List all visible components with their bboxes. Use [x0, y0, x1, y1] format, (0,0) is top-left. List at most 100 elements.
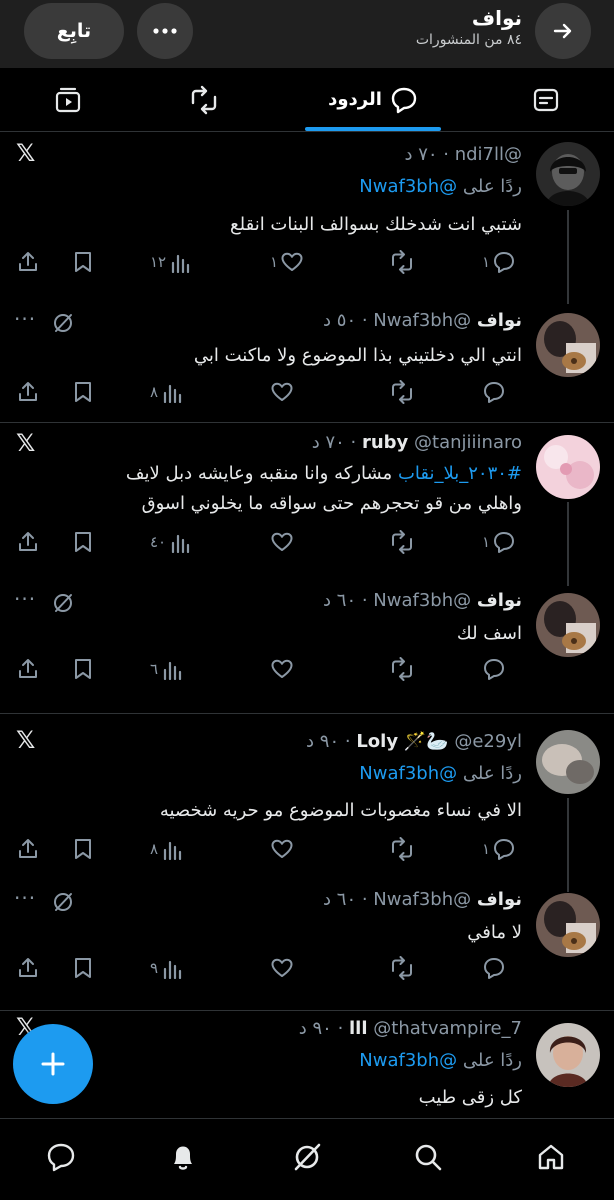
user-name[interactable]: نواف [477, 889, 522, 910]
share-button[interactable] [16, 248, 40, 276]
views-button[interactable]: ٤٠ [150, 528, 192, 556]
follow-button[interactable]: تابِع [24, 3, 124, 59]
like-button[interactable] [270, 528, 294, 556]
user-handle[interactable]: @e29yl [454, 731, 522, 752]
views-button[interactable]: ١٢ [150, 248, 192, 276]
nav-grok[interactable] [285, 1135, 329, 1179]
like-button[interactable] [270, 378, 294, 406]
bookmark-button[interactable] [72, 954, 94, 982]
user-name[interactable]: نواف [477, 310, 522, 331]
menu-dots-icon[interactable]: ··· [14, 886, 36, 910]
bookmark-button[interactable] [72, 835, 94, 863]
share-button[interactable] [16, 954, 40, 982]
nav-notifications[interactable] [161, 1135, 205, 1179]
user-handle[interactable]: @thatvampire_7 [373, 1018, 522, 1039]
share-button[interactable] [16, 835, 40, 863]
compose-button[interactable] [13, 1024, 93, 1104]
tab-articles[interactable] [518, 68, 574, 131]
reply-post[interactable]: نواف @Nwaf3bh · ٦٠ د ··· اسف لك ٦ [0, 573, 614, 714]
reply-button[interactable]: ١ [482, 528, 516, 556]
tab-replies[interactable]: الردود [305, 68, 441, 131]
reply-button[interactable] [482, 954, 506, 982]
bookmark-button[interactable] [72, 655, 94, 683]
reply-button[interactable]: ١ [482, 248, 516, 276]
avatar[interactable] [536, 313, 600, 377]
user-handle[interactable]: @Nwaf3bh [373, 310, 471, 331]
more-options-button[interactable] [137, 3, 193, 59]
mention-link[interactable]: @Nwaf3bh [359, 176, 457, 197]
reply-post[interactable]: 𝕏 @ndi7ll · ٧٠ د ردًا على @Nwaf3bh شتبي … [0, 133, 614, 304]
reply-button[interactable] [482, 378, 506, 406]
views-button[interactable]: ٩ [150, 954, 184, 982]
views-button[interactable]: ٨ [150, 378, 184, 406]
menu-dots-icon[interactable]: ··· [14, 587, 36, 611]
avatar[interactable] [536, 435, 600, 499]
reply-post[interactable]: نواف @Nwaf3bh · ٥٠ د ··· انتي الي دخلتين… [0, 283, 614, 423]
share-button[interactable] [16, 528, 40, 556]
grok-icon[interactable] [52, 592, 74, 618]
profile-header: نواف ٨٤ من المنشورات تابِع [0, 0, 614, 68]
reply-post[interactable]: 𝕏 Loly 🪄🦢 @e29yl · ٩٠ د ردًا على @Nwaf3b… [0, 714, 614, 892]
like-button[interactable] [270, 835, 294, 863]
views-button[interactable]: ٦ [150, 655, 184, 683]
repost-button[interactable] [388, 378, 416, 406]
reply-post[interactable]: 𝕏 ruby @tanjiiinaro · ٧٠ د #٢٠٣٠_بلا_نقا… [0, 423, 614, 586]
profile-tabs: الردود [0, 68, 614, 132]
views-button[interactable]: ٨ [150, 835, 184, 863]
reply-icon [494, 839, 515, 860]
avatar[interactable] [536, 593, 600, 657]
avatar[interactable] [536, 730, 600, 794]
user-handle[interactable]: @Nwaf3bh [373, 590, 471, 611]
tab-media[interactable] [40, 68, 96, 131]
nav-messages[interactable] [39, 1135, 83, 1179]
share-button[interactable] [16, 378, 40, 406]
reply-button[interactable]: ١ [482, 835, 516, 863]
reply-button[interactable] [482, 655, 506, 683]
chat-bubble-icon [47, 1143, 75, 1172]
user-name[interactable]: Loly [356, 731, 398, 752]
grok-icon [294, 1143, 321, 1171]
search-icon [415, 1144, 442, 1171]
reply-post[interactable]: نواف @Nwaf3bh · ٦٠ د ··· لا مافي ٩ [0, 874, 614, 1011]
bookmark-icon [75, 958, 91, 978]
hashtag-link[interactable]: #٢٠٣٠_بلا_نقاب [398, 463, 522, 484]
like-button[interactable]: ١ [270, 248, 304, 276]
repost-button[interactable] [388, 528, 416, 556]
post-text-line2: واهلي من قو تحجرهم حتى سواقه ما يخلوني ا… [141, 493, 522, 514]
like-button[interactable] [270, 655, 294, 683]
user-name[interactable]: lll [349, 1018, 368, 1039]
grok-icon[interactable] [52, 312, 74, 338]
view-count: ٨ [150, 383, 159, 401]
post-time: ٦٠ د [323, 889, 357, 910]
bookmark-button[interactable] [72, 528, 94, 556]
mention-link[interactable]: @Nwaf3bh [359, 1050, 457, 1071]
like-button[interactable] [270, 954, 294, 982]
back-button[interactable] [535, 3, 591, 59]
user-name[interactable]: نواف [477, 590, 522, 611]
grok-icon[interactable] [52, 891, 74, 917]
post-text: انتي الي دخلتيني بذا الموضوع ولا ماكنت ا… [193, 345, 522, 366]
post-text: شتبي انت شدخلك بسوالف البنات انقلع [230, 214, 522, 235]
bookmark-button[interactable] [72, 248, 94, 276]
bookmark-button[interactable] [72, 378, 94, 406]
menu-dots-icon[interactable]: ··· [14, 307, 36, 331]
nav-search[interactable] [406, 1135, 450, 1179]
repost-button[interactable] [388, 248, 416, 276]
tab-reposts[interactable] [176, 68, 232, 131]
like-count: ١ [270, 253, 279, 271]
repost-button[interactable] [388, 954, 416, 982]
mention-link[interactable]: @Nwaf3bh [359, 763, 457, 784]
avatar[interactable] [536, 893, 600, 957]
repost-icon [392, 837, 412, 861]
user-name[interactable]: ruby [362, 432, 408, 453]
repost-button[interactable] [388, 655, 416, 683]
share-button[interactable] [16, 655, 40, 683]
replying-to: ردًا على @Nwaf3bh [359, 1049, 522, 1073]
nav-home[interactable] [529, 1135, 573, 1179]
user-handle[interactable]: @Nwaf3bh [373, 889, 471, 910]
user-handle[interactable]: @tanjiiinaro [414, 432, 522, 453]
avatar[interactable] [536, 142, 600, 206]
repost-button[interactable] [388, 835, 416, 863]
avatar[interactable] [536, 1023, 600, 1087]
user-handle[interactable]: @ndi7ll [455, 144, 522, 165]
